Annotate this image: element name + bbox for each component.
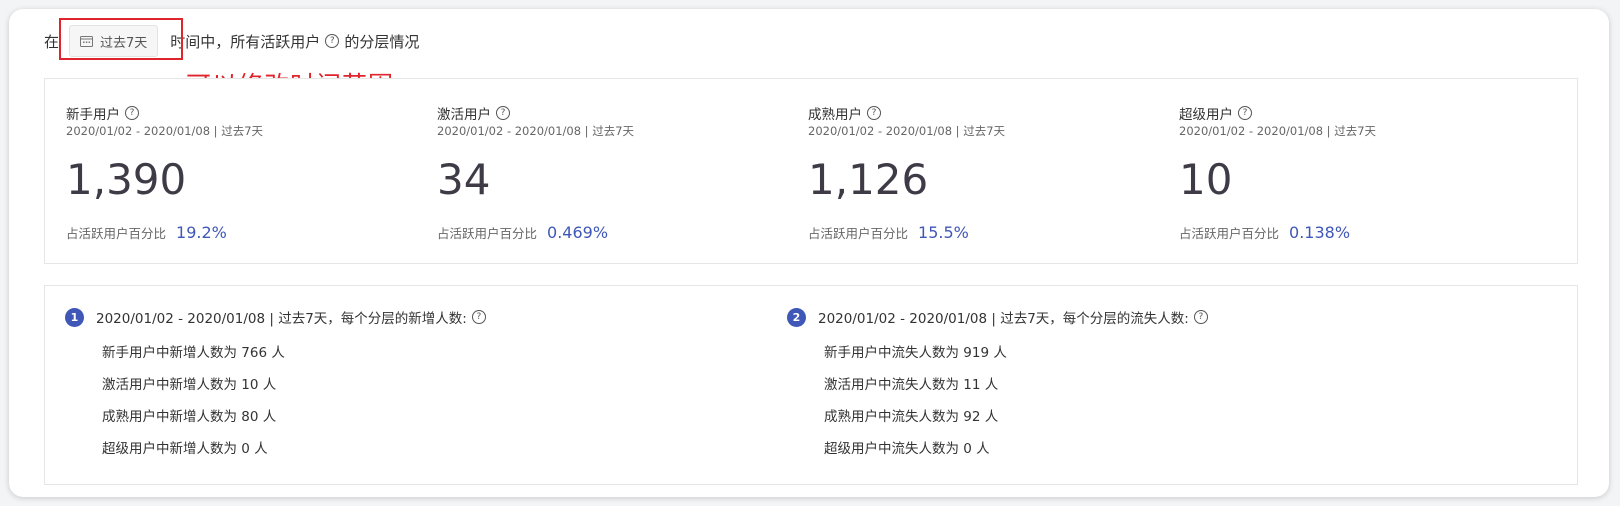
step-badge: 1 <box>65 307 84 327</box>
metric-name: 激活用户? <box>437 103 515 123</box>
metric-pct-value: 19.2% <box>176 223 227 242</box>
metric-range: 2020/01/02 - 2020/01/08 | 过去7天 <box>808 124 1006 138</box>
metric-pct-label: 占活跃用户百分比 <box>808 226 909 241</box>
metric-pct-value: 15.5% <box>918 223 969 242</box>
help-icon[interactable]: ? <box>1238 106 1252 120</box>
metric-pct-value: 0.469% <box>547 223 609 242</box>
list-item: 激活用户中流失人数为 11 人 <box>824 377 999 393</box>
metric-pct-row: 占活跃用户百分比 15.5% <box>808 223 969 242</box>
help-icon[interactable]: ? <box>496 106 510 120</box>
help-icon[interactable]: ? <box>867 106 881 120</box>
metric-pct-row: 占活跃用户百分比 0.138% <box>1179 223 1350 242</box>
metric-pct-value: 0.138% <box>1289 223 1351 242</box>
section-title: 2020/01/02 - 2020/01/08 | 过去7天，每个分层的流失人数… <box>818 311 1189 327</box>
metric-pct-label: 占活跃用户百分比 <box>66 226 167 241</box>
section-title: 2020/01/02 - 2020/01/08 | 过去7天，每个分层的新增人数… <box>96 311 467 327</box>
list-item: 超级用户中流失人数为 0 人 <box>824 441 990 457</box>
metric-pct-label: 占活跃用户百分比 <box>437 226 538 241</box>
step-badge: 2 <box>787 307 806 327</box>
section-list: 新手用户中新增人数为 766 人 激活用户中新增人数为 10 人 成熟用户中新增… <box>102 343 285 471</box>
metric-pct-row: 占活跃用户百分比 19.2% <box>66 223 227 242</box>
details-panel: 1 2020/01/02 - 2020/01/08 | 过去7天，每个分层的新增… <box>44 285 1578 485</box>
metrics-panel: 新手用户? 2020/01/02 - 2020/01/08 | 过去7天 1,3… <box>44 78 1578 264</box>
metric-pct-label: 占活跃用户百分比 <box>1179 226 1280 241</box>
help-icon[interactable]: ? <box>325 34 340 48</box>
section-list: 新手用户中流失人数为 919 人 激活用户中流失人数为 11 人 成熟用户中流失… <box>824 343 1007 471</box>
metric-range: 2020/01/02 - 2020/01/08 | 过去7天 <box>437 124 635 138</box>
list-item: 新手用户中流失人数为 919 人 <box>824 345 1007 361</box>
list-item: 成熟用户中流失人数为 92 人 <box>824 409 999 425</box>
list-item: 超级用户中新增人数为 0 人 <box>102 441 268 457</box>
metric-pct-row: 占活跃用户百分比 0.469% <box>437 223 608 242</box>
metric-name: 超级用户? <box>1179 103 1257 123</box>
metric-value: 1,390 <box>66 155 187 204</box>
metric-name: 成熟用户? <box>808 103 886 123</box>
help-icon[interactable]: ? <box>471 310 486 324</box>
metric-range: 2020/01/02 - 2020/01/08 | 过去7天 <box>1179 124 1377 138</box>
list-item: 成熟用户中新增人数为 80 人 <box>102 409 277 425</box>
metric-value: 1,126 <box>808 155 929 204</box>
headline-suffix: 的分层情况 <box>344 32 420 51</box>
list-item: 新手用户中新增人数为 766 人 <box>102 345 285 361</box>
list-item: 激活用户中新增人数为 10 人 <box>102 377 277 393</box>
help-icon[interactable]: ? <box>1193 310 1208 324</box>
help-icon[interactable]: ? <box>125 106 139 120</box>
section-header: 2 2020/01/02 - 2020/01/08 | 过去7天，每个分层的流失… <box>787 307 1213 327</box>
headline-middle: 时间中，所有活跃用户 <box>170 32 321 51</box>
metric-value: 10 <box>1179 155 1233 204</box>
metric-name: 新手用户? <box>66 103 144 123</box>
annotation-highlight-box <box>59 18 183 60</box>
metric-range: 2020/01/02 - 2020/01/08 | 过去7天 <box>66 124 264 138</box>
metric-value: 34 <box>437 155 491 204</box>
section-header: 1 2020/01/02 - 2020/01/08 | 过去7天，每个分层的新增… <box>65 307 491 327</box>
headline-prefix: 在 <box>44 32 60 51</box>
